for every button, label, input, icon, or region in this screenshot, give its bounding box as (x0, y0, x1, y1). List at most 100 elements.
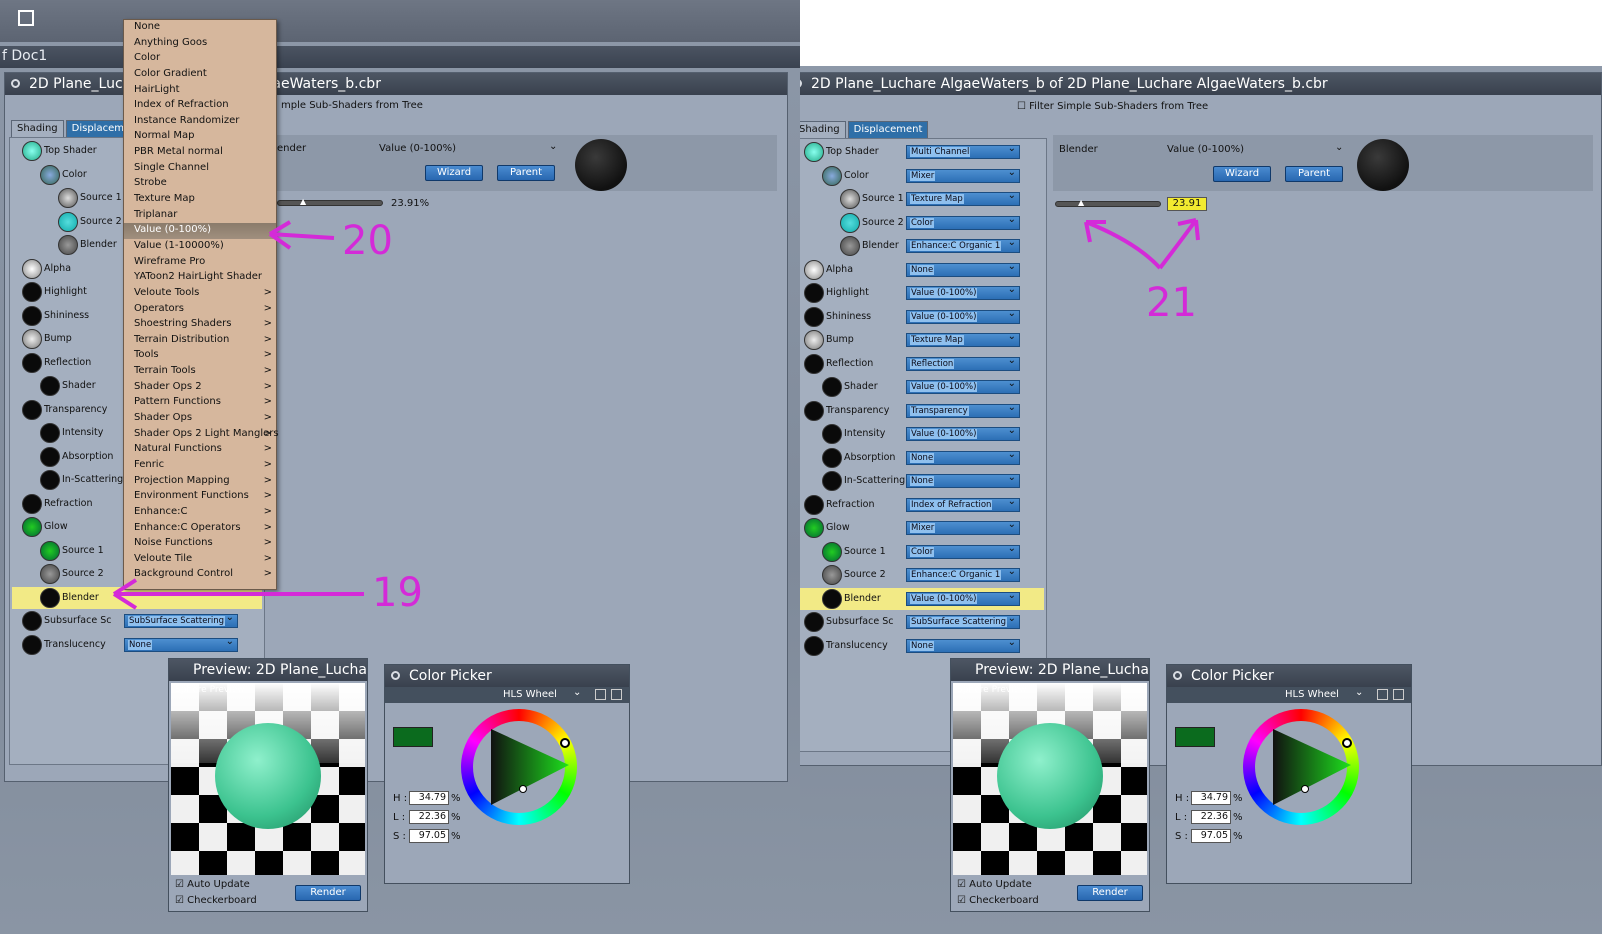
h-field[interactable]: 34.79 (1191, 791, 1231, 805)
menu-item[interactable]: PBR Metal normal (124, 145, 276, 161)
menu-item[interactable]: Color (124, 51, 276, 67)
menu-item[interactable]: Value (1-10000%) (124, 239, 276, 255)
shader-type-dropdown[interactable]: Transparency (906, 403, 1020, 418)
save-icon[interactable] (595, 689, 606, 700)
checkerboard-checkbox[interactable]: ☑ Checkerboard (957, 895, 1039, 906)
load-icon[interactable] (611, 689, 622, 700)
hls-wheel-select[interactable]: HLS Wheel (503, 689, 557, 700)
tree-node[interactable]: Source 1 Texture Map (800, 188, 1044, 210)
menu-item[interactable]: Triplanar (124, 208, 276, 224)
tree-node[interactable]: Subsurface Sc SubSurface Scattering (12, 610, 262, 632)
shader-type-dropdown[interactable]: Value (0-100%) (906, 427, 1020, 441)
menu-item[interactable]: HairLight (124, 83, 276, 99)
menu-item[interactable]: Enhance:C > (124, 505, 276, 521)
frame-icon[interactable] (18, 10, 34, 26)
render-button[interactable]: Render (1077, 885, 1143, 901)
tab-displacement[interactable]: Displacement (847, 121, 929, 138)
tree-node[interactable]: Refraction Index of Refraction (800, 494, 1044, 516)
shader-type-dropdown[interactable]: None (906, 638, 1020, 653)
slider-value-field[interactable]: 23.91 (1167, 197, 1207, 211)
h-field[interactable]: 34.79 (409, 791, 449, 805)
tree-node[interactable]: Shininess Value (0-100%) (800, 306, 1044, 328)
l-field[interactable]: 22.36 (409, 810, 449, 824)
hls-wheel-select[interactable]: HLS Wheel (1285, 689, 1339, 700)
l-field[interactable]: 22.36 (1191, 810, 1231, 824)
tab-shading[interactable]: Shading (800, 121, 846, 138)
value-slider[interactable]: ▲ (1055, 198, 1161, 207)
chevron-down-icon[interactable]: ⌄ (549, 141, 557, 152)
shader-type-dropdown[interactable]: SubSurface Scattering (124, 614, 238, 628)
tree-node[interactable]: Bump Texture Map (800, 329, 1044, 351)
parent-button[interactable]: Parent (497, 165, 555, 181)
menu-item[interactable]: Texture Map (124, 192, 276, 208)
tree-node[interactable]: Subsurface Sc SubSurface Scattering (800, 611, 1044, 633)
shader-type-dropdown[interactable]: Value (0-100%) (906, 591, 1020, 606)
filter-checkbox[interactable]: ☐ Filter Simple Sub-Shaders from Tree (1017, 101, 1208, 112)
save-icon[interactable] (1377, 689, 1388, 700)
menu-item[interactable]: Operators > (124, 302, 276, 318)
shader-type-dropdown[interactable]: Value (0-100%) (906, 286, 1020, 300)
tree-node[interactable]: Blender Enhance:C Organic 1 (800, 235, 1044, 257)
chevron-down-icon[interactable]: ⌄ (1355, 687, 1363, 698)
wizard-button[interactable]: Wizard (425, 165, 483, 181)
shader-type-dropdown[interactable]: Value (0-100%) (906, 309, 1020, 324)
menu-item[interactable]: Anything Goos (124, 36, 276, 52)
tab-shading[interactable]: Shading (11, 120, 64, 137)
shader-type-dropdown[interactable]: Color (906, 544, 1020, 559)
chevron-down-icon[interactable]: ⌄ (1335, 142, 1343, 153)
menu-item[interactable]: Noise Functions > (124, 536, 276, 552)
menu-item[interactable]: Strobe (124, 176, 276, 192)
slider-thumb-icon[interactable]: ▲ (300, 197, 306, 206)
menu-item[interactable]: Veloute Tile > (124, 552, 276, 568)
tree-node[interactable]: Glow Mixer (800, 517, 1044, 539)
tree-node[interactable]: Color Mixer (800, 165, 1044, 187)
window-close-icon[interactable] (11, 79, 20, 88)
tree-node[interactable]: Source 1 Color (800, 541, 1044, 563)
tree-node[interactable]: Source 2 Enhance:C Organic 1 (800, 564, 1044, 586)
tree-node[interactable]: Source 2 Color (800, 212, 1044, 234)
tree-node[interactable]: In-Scattering None (800, 470, 1044, 492)
shader-type-dropdown[interactable]: None (906, 450, 1020, 465)
menu-item[interactable]: Wireframe Pro (124, 255, 276, 271)
menu-item[interactable]: Value (0-100%) (124, 223, 276, 239)
shader-type-dropdown[interactable]: SubSurface Scattering (906, 615, 1020, 629)
shader-type-dropdown[interactable]: None (906, 262, 1020, 277)
menu-item[interactable]: Veloute Tools > (124, 286, 276, 302)
menu-item[interactable]: Enhance:C Operators > (124, 521, 276, 537)
tree-node[interactable]: Translucency None (12, 634, 262, 656)
menu-item[interactable]: Environment Functions > (124, 489, 276, 505)
tree-node[interactable]: Absorption None (800, 447, 1044, 469)
menu-item[interactable]: Index of Refraction (124, 98, 276, 114)
shader-type-dropdown[interactable]: None (906, 474, 1020, 488)
menu-item[interactable]: Shader Ops > (124, 411, 276, 427)
menu-item[interactable]: Normal Map (124, 129, 276, 145)
s-field[interactable]: 97.05 (1191, 829, 1231, 843)
menu-item[interactable]: Natural Functions > (124, 442, 276, 458)
menu-item[interactable]: Single Channel (124, 161, 276, 177)
auto-update-checkbox[interactable]: ☑ Auto Update (175, 879, 250, 890)
tree-node[interactable]: Alpha None (800, 259, 1044, 281)
slider-thumb-icon[interactable]: ▲ (1078, 198, 1084, 207)
menu-item[interactable]: Projection Mapping > (124, 474, 276, 490)
shader-type-dropdown[interactable]: None (124, 637, 238, 652)
shader-type-dropdown[interactable]: Reflection (906, 356, 1020, 371)
render-button[interactable]: Render (295, 885, 361, 901)
tree-node[interactable]: Intensity Value (0-100%) (800, 423, 1044, 445)
hls-color-wheel[interactable] (1243, 709, 1359, 825)
hls-color-wheel[interactable] (461, 709, 577, 825)
shader-type-dropdown[interactable]: Mixer (906, 168, 1020, 183)
checkerboard-checkbox[interactable]: ☑ Checkerboard (175, 895, 257, 906)
tree-node[interactable]: Translucency None (800, 635, 1044, 657)
menu-item[interactable]: Shader Ops 2 Light Manglers > (124, 427, 279, 443)
menu-item[interactable]: Shader Ops 2 > (124, 380, 276, 396)
menu-item[interactable]: Tools > (124, 348, 276, 364)
wizard-button[interactable]: Wizard (1213, 166, 1271, 182)
menu-item[interactable]: Shoestring Shaders > (124, 317, 276, 333)
shader-type-dropdown[interactable]: Enhance:C Organic 1 (906, 568, 1020, 582)
tree-node[interactable]: Reflection Reflection (800, 353, 1044, 375)
chevron-down-icon[interactable]: ⌄ (573, 687, 581, 698)
menu-item[interactable]: Fenric > (124, 458, 276, 474)
shader-type-dropdown[interactable]: Value (0-100%) (906, 380, 1020, 394)
menu-item[interactable]: Pattern Functions > (124, 395, 276, 411)
color-swatch[interactable] (1175, 727, 1215, 747)
